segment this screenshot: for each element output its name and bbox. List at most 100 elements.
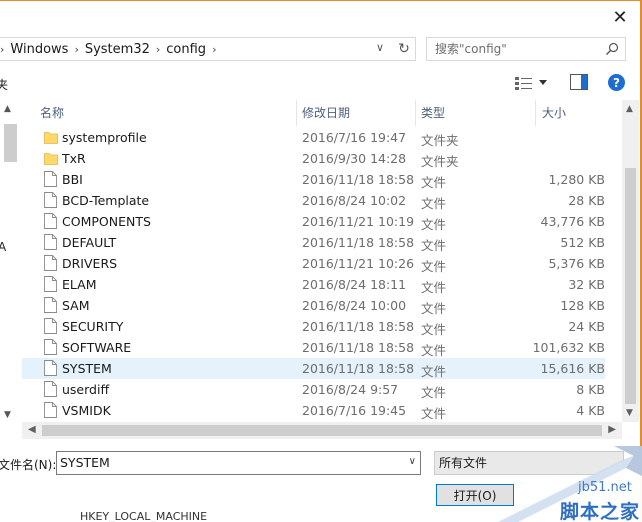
file-type: 文件: [421, 238, 447, 253]
watermark-site: jb51.net: [578, 480, 632, 495]
scroll-left-icon[interactable]: ◀: [28, 424, 36, 435]
file-size: 1,280 KB: [548, 172, 605, 187]
column-header-type[interactable]: 类型: [403, 100, 523, 126]
view-options-button[interactable]: [515, 74, 553, 92]
file-size: 101,632 KB: [532, 340, 605, 355]
file-row[interactable]: VSMIDK 2016/7/16 19:45 文件 4 KB: [22, 400, 605, 421]
search-icon[interactable]: [605, 42, 619, 56]
breadcrumb-config[interactable]: config: [166, 42, 206, 57]
nav-scrollbar-thumb[interactable]: [4, 124, 17, 162]
file-type: 文件夹: [421, 154, 459, 169]
breadcrumb-system32[interactable]: System32: [85, 42, 150, 57]
file-type: 文件夹: [421, 133, 459, 148]
close-icon: ✕: [612, 6, 628, 28]
file-icon: [44, 381, 57, 397]
file-name: TxR: [62, 151, 86, 166]
chevron-right-icon[interactable]: ›: [156, 43, 160, 56]
chevron-down-icon[interactable]: ∨: [376, 41, 384, 54]
vertical-scrollbar-thumb[interactable]: [625, 168, 636, 404]
file-type: 文件: [421, 301, 447, 316]
file-row[interactable]: SAM 2016/8/24 10:00 文件 128 KB: [22, 295, 605, 316]
file-row[interactable]: systemprofile 2016/7/16 19:47 文件夹: [22, 127, 605, 148]
scroll-up-icon[interactable]: ▲: [626, 104, 633, 114]
background-window-text: HKEY_LOCAL_MACHINE: [80, 510, 208, 522]
file-row[interactable]: SOFTWARE 2016/11/18 18:58 文件 101,632 KB: [22, 337, 605, 358]
chevron-right-icon[interactable]: ›: [212, 43, 216, 56]
file-icon: [44, 339, 57, 355]
filename-combobox[interactable]: ∨: [56, 451, 421, 475]
file-name: BCD-Template: [62, 193, 150, 208]
file-modified-date: 2016/11/21 10:26: [302, 256, 415, 271]
file-type: 文件: [421, 196, 447, 211]
file-type: 文件: [421, 322, 447, 337]
column-header-size[interactable]: 大小: [524, 100, 604, 126]
file-row[interactable]: BBI 2016/11/18 18:58 文件 1,280 KB: [22, 169, 605, 190]
file-modified-date: 2016/8/24 10:02: [302, 193, 407, 208]
file-type: 文件: [421, 259, 447, 274]
file-modified-date: 2016/7/16 19:45: [302, 403, 407, 418]
file-row[interactable]: SYSTEM 2016/11/18 18:58 文件 15,616 KB: [22, 358, 605, 379]
search-input[interactable]: [435, 42, 600, 56]
file-row[interactable]: ELAM 2016/8/24 18:11 文件 32 KB: [22, 274, 605, 295]
file-size: 32 KB: [568, 277, 605, 292]
file-row[interactable]: DRIVERS 2016/11/21 10:26 文件 5,376 KB: [22, 253, 605, 274]
file-list[interactable]: ^ 名称 修改日期 类型 大小 systemprofile 2016/7/16 1…: [22, 100, 622, 422]
close-button[interactable]: ✕: [606, 6, 634, 28]
file-size: 15,616 KB: [540, 361, 605, 376]
file-modified-date: 2016/11/18 18:58: [302, 235, 415, 250]
caret-down-icon: [539, 80, 547, 85]
file-modified-date: 2016/9/30 14:28: [302, 151, 407, 166]
file-row[interactable]: TxR 2016/9/30 14:28 文件夹: [22, 148, 605, 169]
file-row[interactable]: COMPONENTS 2016/11/21 10:19 文件 43,776 KB: [22, 211, 605, 232]
breadcrumb: › Windows › System32 › config ›: [0, 42, 222, 57]
chevron-down-icon[interactable]: ∨: [409, 456, 416, 467]
file-row[interactable]: userdiff 2016/8/24 9:57 文件 8 KB: [22, 379, 605, 400]
vertical-scrollbar[interactable]: ▲ ▼: [622, 100, 639, 422]
column-header-name[interactable]: 名称: [22, 100, 296, 126]
file-icon: [44, 171, 57, 187]
file-icon: [44, 234, 57, 250]
file-size: 24 KB: [568, 319, 605, 334]
file-type: 文件: [421, 280, 447, 295]
file-rows: systemprofile 2016/7/16 19:47 文件夹 TxR 2016/…: [22, 127, 622, 421]
file-size: 43,776 KB: [540, 214, 605, 229]
horizontal-scrollbar[interactable]: ◀ ▶: [22, 422, 622, 439]
file-type: 文件: [421, 175, 447, 190]
breadcrumb-windows[interactable]: Windows: [10, 42, 68, 57]
file-row[interactable]: SECURITY 2016/11/18 18:58 文件 24 KB: [22, 316, 605, 337]
column-headers: ^ 名称 修改日期 类型 大小: [22, 100, 622, 126]
scroll-right-icon[interactable]: ▶: [608, 424, 616, 435]
file-modified-date: 2016/7/16 19:47: [302, 130, 407, 145]
nav-scroll-down-icon[interactable]: ▼: [4, 410, 11, 420]
file-icon: [44, 318, 57, 334]
file-name: SOFTWARE: [62, 340, 132, 355]
file-modified-date: 2016/11/21 10:19: [302, 214, 415, 229]
file-name: COMPONENTS: [62, 214, 151, 229]
file-size: 5,376 KB: [548, 256, 605, 271]
file-icon: [44, 402, 57, 418]
toolbar-truncated-label[interactable]: 夹: [0, 76, 8, 93]
file-size: 8 KB: [576, 382, 605, 397]
search-box[interactable]: [426, 37, 626, 61]
nav-item-truncated[interactable]: A: [0, 240, 6, 254]
file-name: DRIVERS: [62, 256, 118, 271]
address-bar[interactable]: › Windows › System32 › config › ∨ ↻: [0, 37, 416, 61]
help-icon[interactable]: ?: [608, 74, 625, 91]
folder-icon: [44, 132, 58, 144]
file-row[interactable]: BCD-Template 2016/8/24 10:02 文件 28 KB: [22, 190, 605, 211]
filename-label: 文件名(N):: [0, 458, 57, 472]
file-row[interactable]: DEFAULT 2016/11/18 18:58 文件 512 KB: [22, 232, 605, 253]
file-name: SECURITY: [62, 319, 124, 334]
filename-input[interactable]: [60, 455, 390, 470]
scroll-down-icon[interactable]: ▼: [626, 408, 633, 418]
chevron-right-icon[interactable]: ›: [74, 43, 78, 56]
file-modified-date: 2016/8/24 9:57: [302, 382, 399, 397]
nav-scroll-up-icon[interactable]: ▲: [4, 104, 11, 114]
refresh-icon[interactable]: ↻: [394, 39, 414, 59]
file-name: systemprofile: [62, 130, 147, 145]
file-modified-date: 2016/11/18 18:58: [302, 340, 415, 355]
column-header-date[interactable]: 修改日期: [284, 100, 414, 126]
preview-pane-icon[interactable]: [570, 74, 588, 90]
file-modified-date: 2016/11/18 18:58: [302, 361, 415, 376]
horizontal-scrollbar-thumb[interactable]: [42, 425, 602, 436]
